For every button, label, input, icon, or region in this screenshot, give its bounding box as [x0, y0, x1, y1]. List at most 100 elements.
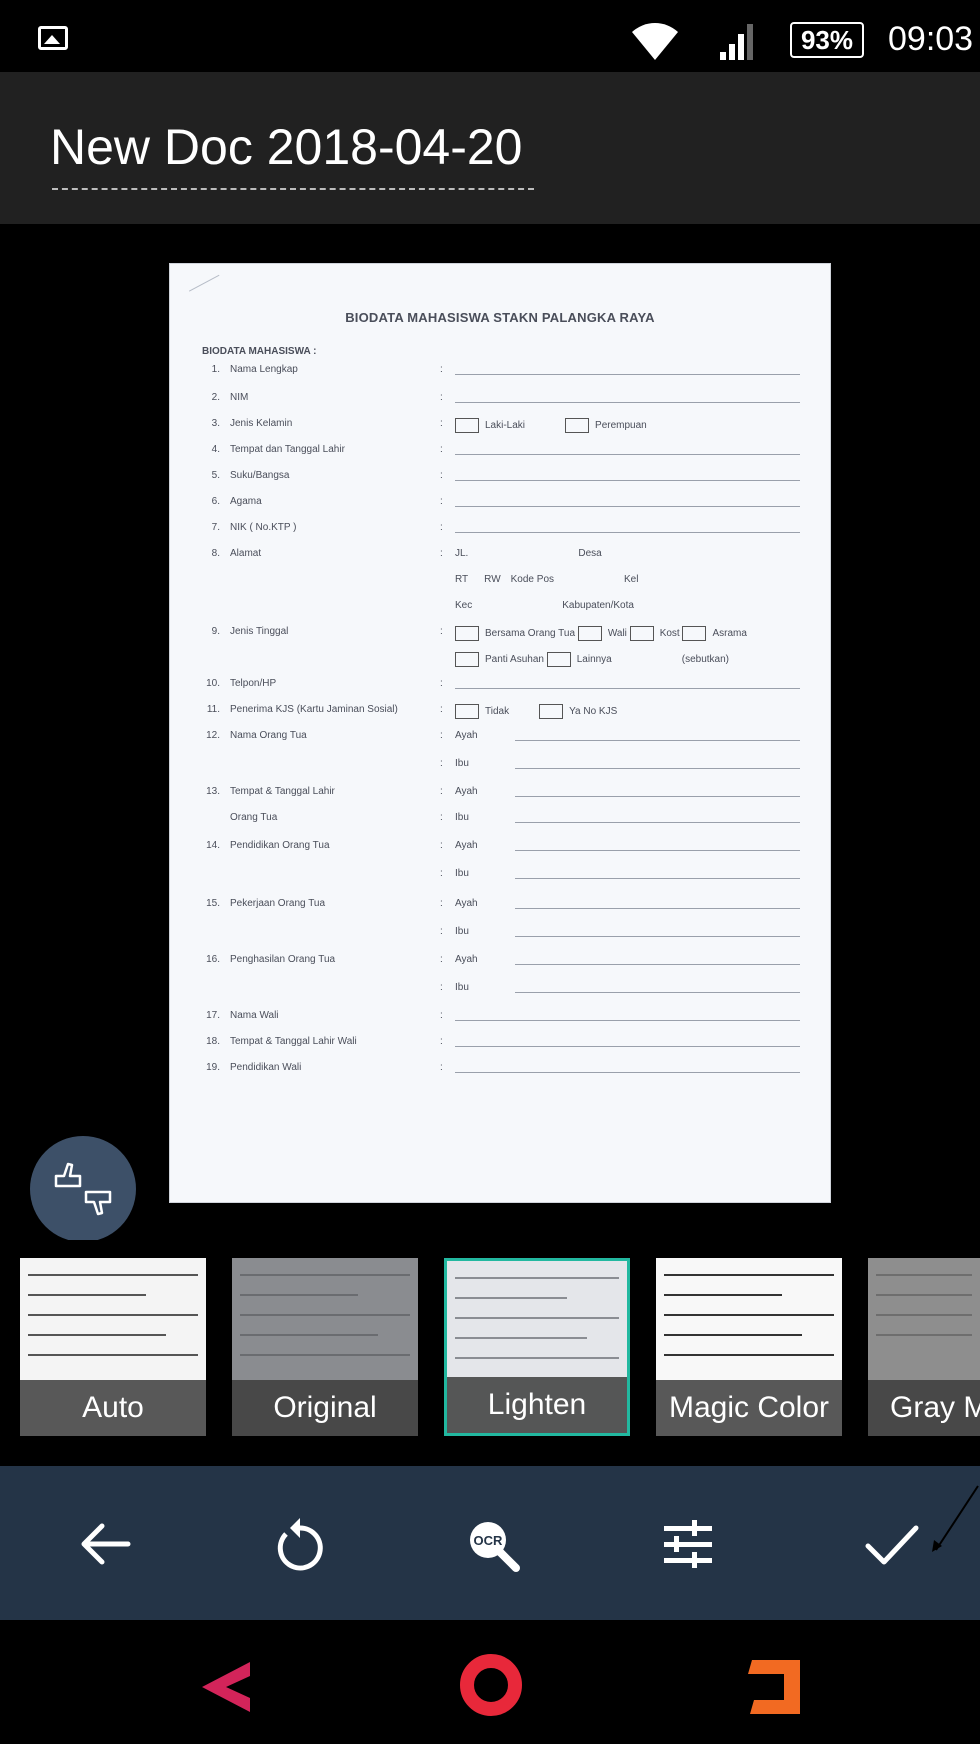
nav-home-icon[interactable]: [456, 1650, 526, 1720]
title-bar: New Doc 2018-04-20: [0, 72, 980, 224]
parent-label: Ibu: [455, 982, 469, 993]
parent-label: Ayah: [455, 840, 478, 851]
address-label: Desa: [578, 548, 602, 559]
field-number: 17.: [206, 1010, 220, 1021]
filter-gray-mode[interactable]: Gray M: [868, 1258, 980, 1436]
form-row: 13. Tempat & Tanggal Lahir: Ayah: [170, 786, 830, 804]
scanned-page: BIODATA MAHASISWA STAKN PALANGKA RAYA BI…: [170, 264, 830, 1202]
parent-label: Ayah: [455, 730, 478, 741]
filter-lighten[interactable]: Lighten: [444, 1258, 630, 1436]
form-row: 5. Suku/Bangsa:: [170, 470, 830, 488]
document-preview: BIODATA MAHASISWA STAKN PALANGKA RAYA BI…: [0, 224, 980, 1240]
field-number: 16.: [206, 954, 220, 965]
navigation-bar: [0, 1620, 980, 1744]
form-row: 6. Agama:: [170, 496, 830, 514]
form-row: 17. Nama Wali:: [170, 1010, 830, 1028]
stamp-mark: [188, 274, 226, 303]
rotate-icon[interactable]: [268, 1512, 332, 1576]
form-row: : Ibu: [170, 926, 830, 944]
option-label: Asrama: [712, 628, 747, 640]
field-label: Telpon/HP: [230, 678, 277, 689]
option-label: Panti Asuhan: [485, 654, 544, 666]
filter-label: Magic Color: [656, 1380, 842, 1436]
field-number: 1.: [211, 364, 220, 375]
field-label: Penerima KJS (Kartu Jaminan Sosial): [230, 704, 398, 715]
form-section-title: BIODATA MAHASISWA :: [202, 346, 317, 357]
filter-magic-color[interactable]: Magic Color: [656, 1258, 842, 1436]
field-label: Pendidikan Wali: [230, 1062, 302, 1073]
nav-back-icon[interactable]: [190, 1652, 260, 1722]
adjust-sliders-icon[interactable]: [656, 1512, 720, 1576]
checkmark-icon[interactable]: [860, 1512, 924, 1576]
back-arrow-icon[interactable]: [74, 1512, 138, 1576]
form-row: Orang Tua: Ibu: [170, 812, 830, 830]
field-label: Tempat & Tanggal Lahir: [230, 786, 335, 797]
field-number: 11.: [206, 704, 220, 715]
filter-label: Auto: [20, 1380, 206, 1436]
address-label: RW: [484, 574, 501, 585]
option-label: Perempuan: [595, 420, 647, 432]
field-label: Nama Orang Tua: [230, 730, 307, 741]
form-row: 19. Pendidikan Wali:: [170, 1062, 830, 1080]
parent-label: Ibu: [455, 868, 469, 879]
field-number: 15.: [206, 898, 220, 909]
field-label: Tempat & Tanggal Lahir Wali: [230, 1036, 357, 1047]
filter-label: Original: [232, 1380, 418, 1436]
address-label: Kode Pos: [510, 574, 555, 585]
field-number: 14.: [206, 840, 220, 851]
field-label: NIM: [230, 392, 249, 403]
parent-label: Ibu: [455, 758, 469, 769]
field-number: 12.: [206, 730, 220, 741]
field-number: 4.: [211, 444, 220, 455]
field-label: Penghasilan Orang Tua: [230, 954, 336, 965]
title-underline: [52, 188, 534, 190]
parent-label: Ayah: [455, 786, 478, 797]
form-row: 14. Pendidikan Orang Tua: Ayah: [170, 840, 830, 858]
form-row: 2. NIM:: [170, 392, 830, 410]
form-row: : Ibu: [170, 868, 830, 886]
field-number: 8.: [211, 548, 220, 559]
battery-icon: 93%: [790, 22, 864, 58]
filter-original[interactable]: Original: [232, 1258, 418, 1436]
field-label: Jenis Kelamin: [230, 418, 293, 429]
field-number: 13.: [206, 786, 220, 797]
annotation-arrow: [932, 1485, 979, 1552]
field-label: Agama: [230, 496, 262, 507]
field-number: 19.: [206, 1062, 220, 1073]
gallery-icon: [38, 26, 68, 50]
option-label: Kost: [659, 628, 680, 640]
form-row: 1. Nama Lengkap:: [170, 364, 830, 382]
filter-auto[interactable]: Auto: [20, 1258, 206, 1436]
form-row: 18. Tempat & Tanggal Lahir Wali:: [170, 1036, 830, 1054]
filter-label: Lighten: [447, 1377, 627, 1433]
filter-strip: Auto Original Lighten Magic Color Gray M: [0, 1240, 980, 1466]
option-label: Lainnya: [576, 654, 612, 666]
form-row: : Ibu: [170, 982, 830, 1000]
parent-label: Ayah: [455, 954, 478, 965]
form-row: : Ibu: [170, 758, 830, 776]
document-title[interactable]: New Doc 2018-04-20: [50, 118, 523, 176]
thumbs-up-down-icon: [54, 1162, 112, 1216]
field-number: 5.: [211, 470, 220, 481]
field-label: Suku/Bangsa: [230, 470, 290, 481]
ocr-icon[interactable]: OCR: [462, 1512, 526, 1576]
form-row: Panti Asuhan Lainnya (sebutkan): [170, 652, 830, 670]
field-number: 3.: [211, 418, 220, 429]
form-title: BIODATA MAHASISWA STAKN PALANGKA RAYA: [345, 310, 655, 325]
form-row: 8. Alamat: JL. Desa: [170, 548, 830, 566]
form-row: 7. NIK ( No.KTP ):: [170, 522, 830, 540]
form-row: 3. Jenis Kelamin: Laki-Laki Perempuan: [170, 418, 830, 436]
field-number: 18.: [206, 1036, 220, 1047]
field-label: Pendidikan Orang Tua: [230, 840, 330, 851]
feedback-button[interactable]: [30, 1136, 136, 1242]
field-label: Alamat: [230, 548, 262, 559]
address-label: Kec: [455, 600, 473, 611]
status-bar: 93% 09:03: [0, 0, 980, 72]
option-label: (sebutkan): [681, 654, 729, 666]
address-label: Kabupaten/Kota: [562, 600, 634, 611]
option-label: Wali: [607, 628, 627, 640]
nav-recent-apps-icon[interactable]: [740, 1652, 810, 1722]
field-label: Tempat dan Tanggal Lahir: [230, 444, 345, 455]
filter-label: Gray M: [868, 1380, 980, 1436]
form-row: 12. Nama Orang Tua: Ayah: [170, 730, 830, 748]
